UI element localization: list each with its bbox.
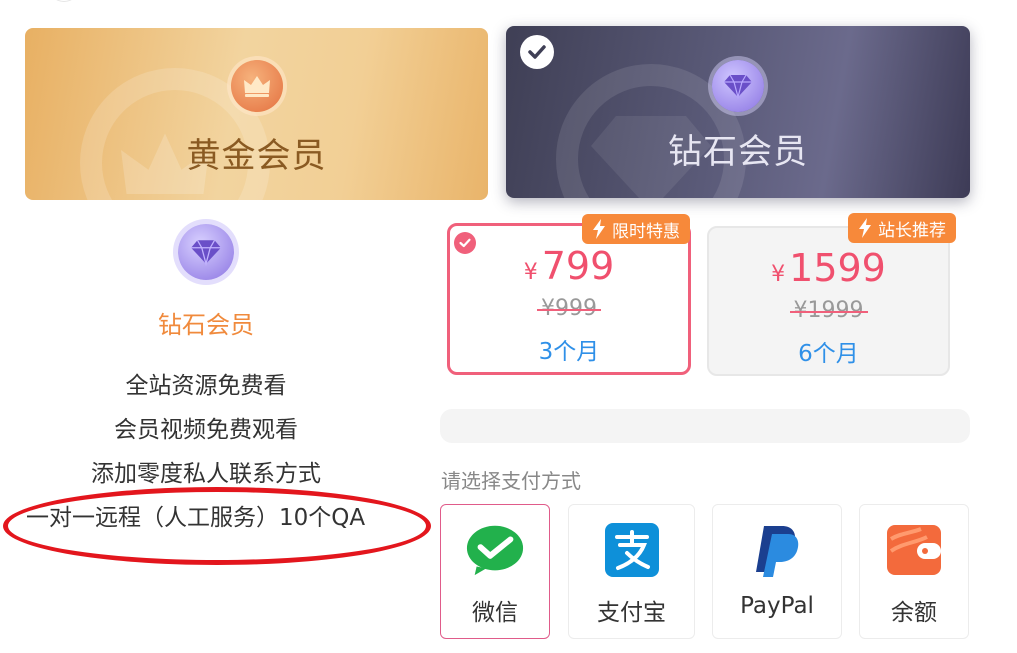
pay-option-label: 微信: [472, 600, 518, 626]
diamond-icon: [178, 224, 234, 280]
plan-period: 6个月: [798, 341, 859, 367]
plan-tag: 站长推荐: [848, 213, 956, 243]
lightning-icon: [859, 218, 871, 238]
plan-card-6-months[interactable]: 站长推荐 ¥1599 ¥1999 6个月: [707, 213, 956, 376]
plan-price: ¥1599: [709, 246, 948, 290]
pay-option-balance[interactable]: 余额: [859, 504, 969, 639]
tier-gold-label: 黄金会员: [186, 136, 327, 176]
plan-card-3-months[interactable]: 限时特惠 ¥799 ¥999 3个月: [447, 214, 691, 375]
paypal-icon: [747, 523, 807, 577]
plan-original-price: ¥1999: [709, 298, 948, 323]
plan-original-price: ¥999: [450, 296, 688, 321]
plan-tag: 限时特惠: [582, 214, 690, 244]
wechat-pay-icon: [465, 523, 525, 577]
original-price-value: ¥1999: [789, 298, 868, 323]
top-edge-decoration: [48, 0, 80, 2]
pay-option-label: PayPal: [740, 593, 814, 619]
plan-price: ¥799: [450, 244, 688, 288]
payment-method-label: 请选择支付方式: [441, 469, 581, 493]
selected-check-icon: [520, 35, 554, 69]
pay-option-paypal[interactable]: PayPal: [712, 504, 842, 639]
plan-tag-label: 限时特惠: [612, 221, 680, 242]
tier-card-gold[interactable]: 黄金会员: [25, 28, 488, 200]
lightning-icon: [593, 219, 605, 239]
perk-item: 添加零度私人联系方式: [91, 461, 321, 487]
diamond-icon: [712, 60, 764, 112]
price-value: 1599: [789, 246, 886, 290]
plan-period: 3个月: [538, 339, 600, 365]
pay-option-wechat[interactable]: 微信: [440, 504, 550, 639]
wallet-balance-icon: [884, 523, 944, 577]
alipay-icon: [602, 523, 662, 577]
pay-option-label: 余额: [891, 600, 937, 626]
pay-option-alipay[interactable]: 支付宝: [568, 504, 695, 639]
currency-symbol: ¥: [771, 262, 786, 287]
membership-detail-title: 钻石会员: [158, 311, 254, 339]
red-annotation-circle: [3, 487, 431, 565]
currency-symbol: ¥: [523, 260, 538, 285]
price-value: 799: [541, 244, 615, 288]
perk-item: 会员视频免费观看: [114, 417, 298, 443]
spacer-bar: [440, 409, 970, 443]
original-price-value: ¥999: [537, 296, 601, 321]
tier-card-diamond[interactable]: 钻石会员: [506, 26, 970, 198]
plan-tag-label: 站长推荐: [878, 220, 946, 241]
pay-option-label: 支付宝: [597, 600, 666, 626]
crown-icon: [230, 60, 283, 112]
perk-item: 全站资源免费看: [125, 373, 287, 399]
tier-diamond-label: 钻石会员: [668, 132, 808, 172]
